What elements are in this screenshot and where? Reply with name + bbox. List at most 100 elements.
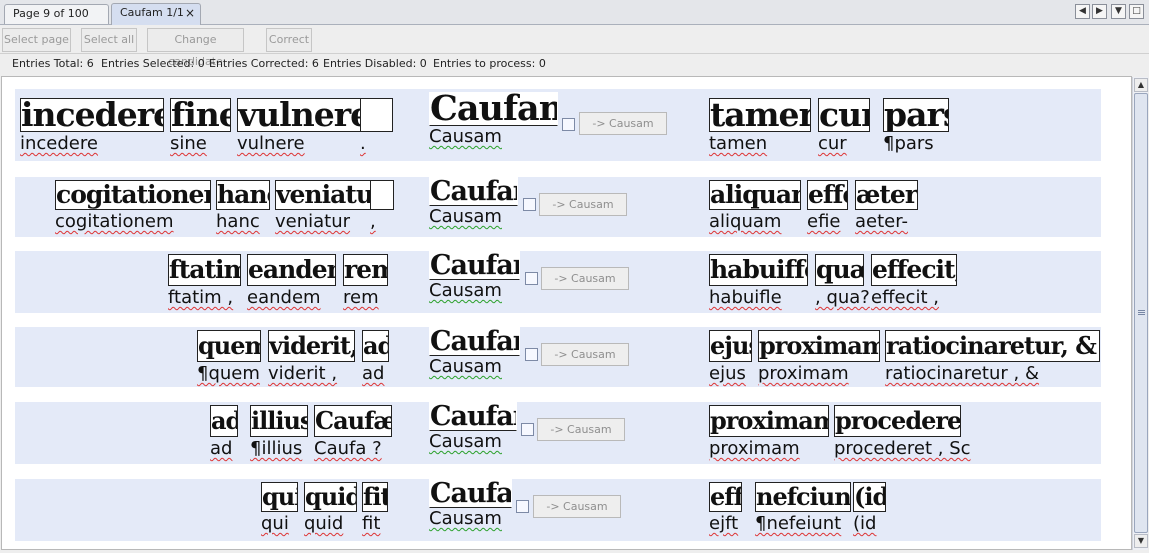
word-image: illius [250, 405, 308, 437]
scroll-up-icon[interactable]: ▲ [1134, 78, 1148, 92]
word-recognized-text[interactable]: viderit , [268, 363, 337, 384]
word-recognized-text[interactable]: quid [304, 513, 343, 534]
word-image: Caufæ [314, 405, 392, 437]
candidate-checkbox[interactable] [521, 423, 534, 436]
target-word-image: Caufam [429, 327, 520, 356]
word-recognized-text[interactable]: proximam [758, 363, 849, 384]
word-recognized-text[interactable]: effecit , [871, 287, 939, 308]
word-recognized-text[interactable]: sine [170, 133, 207, 154]
word-image: quem [197, 330, 261, 362]
word-recognized-text[interactable]: . [360, 133, 366, 154]
target-word-text[interactable]: Causam [429, 206, 502, 227]
tab-caufam[interactable]: Caufam 1/1 × [111, 3, 201, 25]
word-recognized-text[interactable]: ¶nefeiunt [755, 513, 841, 534]
word-image: fine [170, 98, 231, 132]
candidate-checkbox[interactable] [525, 348, 538, 361]
scroll-down-icon[interactable]: ▼ [1134, 534, 1148, 548]
word-recognized-text[interactable]: ad [210, 438, 232, 459]
word-recognized-text[interactable]: veniatur [275, 211, 350, 232]
entry-row[interactable]: incedereincederefinesinevulnerevulnere.C… [15, 89, 1101, 161]
word-image: eandem [247, 254, 336, 286]
word-image: incedere [20, 98, 164, 132]
candidate-button[interactable]: -> Causam [539, 193, 627, 216]
word-recognized-text[interactable]: ad [362, 363, 384, 384]
candidate-checkbox[interactable] [525, 272, 538, 285]
vertical-scrollbar[interactable]: ▲ ▼ [1132, 77, 1148, 550]
word-image: habuiffe, [709, 254, 808, 286]
word-recognized-text[interactable]: ratiocinaretur , & [885, 363, 1039, 384]
candidate-button[interactable]: -> Causam [533, 495, 621, 518]
word-recognized-text[interactable]: vulnere [237, 133, 305, 154]
scroll-thumb[interactable] [1134, 93, 1148, 533]
select-all-button[interactable]: Select all [81, 28, 137, 52]
word-recognized-text[interactable]: cogitationem [55, 211, 174, 232]
candidate-button[interactable]: -> Causam [541, 267, 629, 290]
maximize-icon[interactable]: □ [1129, 4, 1144, 19]
word-image [360, 98, 393, 132]
ocr-correction-window: Page 9 of 100 Caufam 1/1 × ◀ ▶ ▼ □ Select… [0, 0, 1149, 553]
entries-to-process: Entries to process: 0 [433, 57, 546, 70]
scroll-tabs-right-icon[interactable]: ▶ [1092, 4, 1107, 19]
word-image: procederet, & [834, 405, 961, 437]
word-recognized-text[interactable]: Caufa ? [314, 438, 382, 459]
word-recognized-text[interactable]: aliquam [709, 211, 781, 232]
close-tab-icon[interactable]: × [185, 4, 195, 22]
entries-selected: Entries Selected: 0 [101, 57, 205, 70]
word-recognized-text[interactable]: ejft [709, 513, 738, 534]
entry-row[interactable]: quem¶quem viderit,viderit , adad CaufamCaus… [15, 327, 1101, 387]
word-recognized-text[interactable]: rem [343, 287, 379, 308]
target-word-text[interactable]: Causam [429, 280, 502, 301]
grip-line [1138, 312, 1145, 313]
target-word-text[interactable]: Causam [429, 126, 502, 147]
change-candidate-button[interactable]: Change candidate [147, 28, 244, 68]
select-page-button[interactable]: Select page [2, 28, 71, 52]
candidate-checkbox[interactable] [523, 198, 536, 211]
word-image: æter- [855, 180, 918, 210]
word-recognized-text[interactable]: , [370, 211, 376, 232]
word-recognized-text[interactable]: ejus [709, 363, 746, 384]
word-image: quid [304, 482, 357, 512]
word-recognized-text[interactable]: ¶quem [197, 363, 260, 384]
word-recognized-text[interactable]: aeter- [855, 211, 908, 232]
word-image: ad [210, 405, 238, 437]
candidate-button[interactable]: -> Causam [541, 343, 629, 366]
entry-row[interactable]: adad illius¶illius CaufæCaufa ? CaufamCausa… [15, 402, 1101, 464]
entries-panel: incedereincederefinesinevulnerevulnere.C… [1, 76, 1132, 550]
candidate-button[interactable]: -> Causam [579, 112, 667, 135]
scroll-tabs-left-icon[interactable]: ◀ [1075, 4, 1090, 19]
target-word-text[interactable]: Causam [429, 508, 502, 529]
target-word-text[interactable]: Causam [429, 356, 502, 377]
word-recognized-text[interactable]: ¶illius [250, 438, 302, 459]
word-recognized-text[interactable]: procederet , Sc [834, 438, 971, 459]
tab-bar: Page 9 of 100 Caufam 1/1 × ◀ ▶ ▼ □ [0, 0, 1149, 25]
word-recognized-text[interactable]: hanc [216, 211, 260, 232]
word-recognized-text[interactable]: efie [807, 211, 841, 232]
entry-row[interactable]: cogitationemcogitationemhanchancveniatur… [15, 177, 1101, 237]
tab-page[interactable]: Page 9 of 100 [4, 4, 109, 24]
word-recognized-text[interactable]: (id [853, 513, 876, 534]
word-recognized-text[interactable]: proximam [709, 438, 800, 459]
word-image: pars [883, 98, 949, 132]
word-recognized-text[interactable]: incedere [20, 133, 98, 154]
word-recognized-text[interactable]: ftatim , [168, 287, 233, 308]
word-recognized-text[interactable]: fit [362, 513, 380, 534]
word-image: effecit, [871, 254, 957, 286]
word-recognized-text[interactable]: habuifle [709, 287, 782, 308]
entry-row[interactable]: ftatim,ftatim ,eandemeandemremremCaufamC… [15, 251, 1101, 313]
target-word-image: Caufam [429, 251, 520, 280]
word-image: cogitationem [55, 180, 211, 210]
target-word-text[interactable]: Causam [429, 431, 502, 452]
entries-total: Entries Total: 6 [12, 57, 94, 70]
entry-row[interactable]: quiquiquidquidfitfitCaufamCausam-> Causa… [15, 479, 1101, 541]
word-recognized-text[interactable]: ¶pars [883, 133, 934, 154]
word-recognized-text[interactable]: eandem [247, 287, 321, 308]
word-recognized-text[interactable]: cur [818, 133, 847, 154]
candidate-checkbox[interactable] [562, 118, 575, 131]
candidate-checkbox[interactable] [516, 500, 529, 513]
word-recognized-text[interactable]: , qua? [815, 287, 870, 308]
tab-list-icon[interactable]: ▼ [1111, 4, 1126, 19]
word-recognized-text[interactable]: tamen [709, 133, 767, 154]
correct-button[interactable]: Correct [266, 28, 312, 52]
word-recognized-text[interactable]: qui [261, 513, 289, 534]
candidate-button[interactable]: -> Causam [537, 418, 625, 441]
